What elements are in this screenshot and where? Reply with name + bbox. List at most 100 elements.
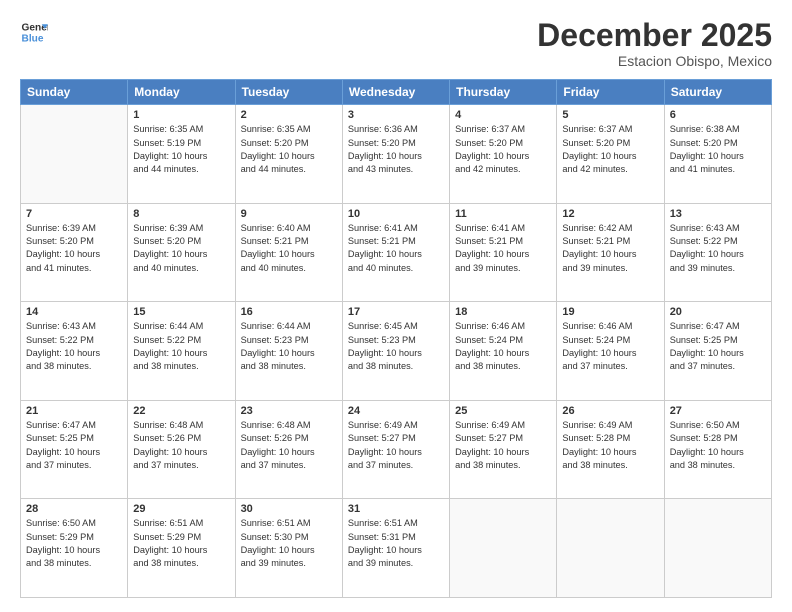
table-row: 1 Sunrise: 6:35 AM Sunset: 5:19 PM Daylig… <box>128 105 235 204</box>
logo-icon: General Blue <box>20 18 48 46</box>
day-number: 26 <box>562 405 658 417</box>
day-number: 7 <box>26 208 122 220</box>
day-number: 13 <box>670 208 766 220</box>
calendar-week-1: 1 Sunrise: 6:35 AM Sunset: 5:19 PM Daylig… <box>21 105 772 204</box>
cell-content: Sunrise: 6:45 AM Sunset: 5:23 PM Dayligh… <box>348 320 444 373</box>
cell-content: Sunrise: 6:49 AM Sunset: 5:27 PM Dayligh… <box>455 419 551 472</box>
day-number: 1 <box>133 109 229 121</box>
day-number: 18 <box>455 306 551 318</box>
cell-content: Sunrise: 6:44 AM Sunset: 5:22 PM Dayligh… <box>133 320 229 373</box>
cell-content: Sunrise: 6:37 AM Sunset: 5:20 PM Dayligh… <box>455 123 551 176</box>
day-number: 5 <box>562 109 658 121</box>
table-row: 13 Sunrise: 6:43 AM Sunset: 5:22 PM Dayli… <box>664 203 771 302</box>
table-row: 23 Sunrise: 6:48 AM Sunset: 5:26 PM Dayli… <box>235 400 342 499</box>
cell-content: Sunrise: 6:43 AM Sunset: 5:22 PM Dayligh… <box>670 222 766 275</box>
cell-content: Sunrise: 6:51 AM Sunset: 5:29 PM Dayligh… <box>133 517 229 570</box>
table-row: 24 Sunrise: 6:49 AM Sunset: 5:27 PM Dayli… <box>342 400 449 499</box>
calendar-week-2: 7 Sunrise: 6:39 AM Sunset: 5:20 PM Daylig… <box>21 203 772 302</box>
day-number: 20 <box>670 306 766 318</box>
cell-content: Sunrise: 6:40 AM Sunset: 5:21 PM Dayligh… <box>241 222 337 275</box>
day-number: 12 <box>562 208 658 220</box>
table-row: 21 Sunrise: 6:47 AM Sunset: 5:25 PM Dayli… <box>21 400 128 499</box>
table-row: 30 Sunrise: 6:51 AM Sunset: 5:30 PM Dayli… <box>235 499 342 598</box>
cell-content: Sunrise: 6:50 AM Sunset: 5:29 PM Dayligh… <box>26 517 122 570</box>
cell-content: Sunrise: 6:41 AM Sunset: 5:21 PM Dayligh… <box>348 222 444 275</box>
table-row: 18 Sunrise: 6:46 AM Sunset: 5:24 PM Dayli… <box>450 302 557 401</box>
cell-content: Sunrise: 6:48 AM Sunset: 5:26 PM Dayligh… <box>133 419 229 472</box>
table-row <box>450 499 557 598</box>
table-row: 11Sunrise: 6:41 AM Sunset: 5:21 PM Dayli… <box>450 203 557 302</box>
day-number: 17 <box>348 306 444 318</box>
table-row: 19Sunrise: 6:46 AM Sunset: 5:24 PM Dayli… <box>557 302 664 401</box>
cell-content: Sunrise: 6:43 AM Sunset: 5:22 PM Dayligh… <box>26 320 122 373</box>
day-number: 8 <box>133 208 229 220</box>
calendar-table: Sunday Monday Tuesday Wednesday Thursday… <box>20 79 772 598</box>
header-row: Sunday Monday Tuesday Wednesday Thursday… <box>21 80 772 105</box>
table-row: 29 Sunrise: 6:51 AM Sunset: 5:29 PM Dayli… <box>128 499 235 598</box>
table-row: 2 Sunrise: 6:35 AM Sunset: 5:20 PM Daylig… <box>235 105 342 204</box>
table-row: 9 Sunrise: 6:40 AM Sunset: 5:21 PM Daylig… <box>235 203 342 302</box>
day-number: 23 <box>241 405 337 417</box>
col-monday: Monday <box>128 80 235 105</box>
table-row: 26Sunrise: 6:49 AM Sunset: 5:28 PM Dayli… <box>557 400 664 499</box>
table-row: 10Sunrise: 6:41 AM Sunset: 5:21 PM Dayli… <box>342 203 449 302</box>
calendar-week-4: 21 Sunrise: 6:47 AM Sunset: 5:25 PM Dayli… <box>21 400 772 499</box>
cell-content: Sunrise: 6:51 AM Sunset: 5:30 PM Dayligh… <box>241 517 337 570</box>
table-row <box>557 499 664 598</box>
table-row: 16Sunrise: 6:44 AM Sunset: 5:23 PM Dayli… <box>235 302 342 401</box>
day-number: 27 <box>670 405 766 417</box>
day-number: 28 <box>26 503 122 515</box>
table-row: 7 Sunrise: 6:39 AM Sunset: 5:20 PM Daylig… <box>21 203 128 302</box>
cell-content: Sunrise: 6:35 AM Sunset: 5:19 PM Dayligh… <box>133 123 229 176</box>
cell-content: Sunrise: 6:38 AM Sunset: 5:20 PM Dayligh… <box>670 123 766 176</box>
col-friday: Friday <box>557 80 664 105</box>
header: General Blue December 2025 Estacion Obis… <box>20 18 772 69</box>
cell-content: Sunrise: 6:42 AM Sunset: 5:21 PM Dayligh… <box>562 222 658 275</box>
day-number: 25 <box>455 405 551 417</box>
table-row: 4 Sunrise: 6:37 AM Sunset: 5:20 PM Daylig… <box>450 105 557 204</box>
cell-content: Sunrise: 6:39 AM Sunset: 5:20 PM Dayligh… <box>26 222 122 275</box>
cell-content: Sunrise: 6:50 AM Sunset: 5:28 PM Dayligh… <box>670 419 766 472</box>
title-block: December 2025 Estacion Obispo, Mexico <box>537 18 772 69</box>
table-row <box>664 499 771 598</box>
day-number: 6 <box>670 109 766 121</box>
cell-content: Sunrise: 6:47 AM Sunset: 5:25 PM Dayligh… <box>26 419 122 472</box>
table-row: 25 Sunrise: 6:49 AM Sunset: 5:27 PM Dayli… <box>450 400 557 499</box>
day-number: 31 <box>348 503 444 515</box>
cell-content: Sunrise: 6:46 AM Sunset: 5:24 PM Dayligh… <box>455 320 551 373</box>
col-wednesday: Wednesday <box>342 80 449 105</box>
col-thursday: Thursday <box>450 80 557 105</box>
day-number: 4 <box>455 109 551 121</box>
location: Estacion Obispo, Mexico <box>537 53 772 69</box>
calendar-week-3: 14 Sunrise: 6:43 AM Sunset: 5:22 PM Dayli… <box>21 302 772 401</box>
table-row: 31Sunrise: 6:51 AM Sunset: 5:31 PM Dayli… <box>342 499 449 598</box>
day-number: 9 <box>241 208 337 220</box>
table-row: 6 Sunrise: 6:38 AM Sunset: 5:20 PM Daylig… <box>664 105 771 204</box>
cell-content: Sunrise: 6:35 AM Sunset: 5:20 PM Dayligh… <box>241 123 337 176</box>
day-number: 24 <box>348 405 444 417</box>
month-title: December 2025 <box>537 18 772 53</box>
day-number: 15 <box>133 306 229 318</box>
table-row: 12 Sunrise: 6:42 AM Sunset: 5:21 PM Dayli… <box>557 203 664 302</box>
day-number: 14 <box>26 306 122 318</box>
day-number: 30 <box>241 503 337 515</box>
cell-content: Sunrise: 6:47 AM Sunset: 5:25 PM Dayligh… <box>670 320 766 373</box>
day-number: 22 <box>133 405 229 417</box>
table-row: 17 Sunrise: 6:45 AM Sunset: 5:23 PM Dayli… <box>342 302 449 401</box>
day-number: 2 <box>241 109 337 121</box>
page: General Blue December 2025 Estacion Obis… <box>0 0 792 612</box>
cell-content: Sunrise: 6:48 AM Sunset: 5:26 PM Dayligh… <box>241 419 337 472</box>
cell-content: Sunrise: 6:49 AM Sunset: 5:27 PM Dayligh… <box>348 419 444 472</box>
cell-content: Sunrise: 6:39 AM Sunset: 5:20 PM Dayligh… <box>133 222 229 275</box>
table-row: 15 Sunrise: 6:44 AM Sunset: 5:22 PM Dayli… <box>128 302 235 401</box>
cell-content: Sunrise: 6:36 AM Sunset: 5:20 PM Dayligh… <box>348 123 444 176</box>
table-row: 5Sunrise: 6:37 AM Sunset: 5:20 PM Daylig… <box>557 105 664 204</box>
table-row: 3 Sunrise: 6:36 AM Sunset: 5:20 PM Daylig… <box>342 105 449 204</box>
day-number: 29 <box>133 503 229 515</box>
day-number: 19 <box>562 306 658 318</box>
svg-text:Blue: Blue <box>22 33 44 44</box>
day-number: 3 <box>348 109 444 121</box>
col-saturday: Saturday <box>664 80 771 105</box>
day-number: 21 <box>26 405 122 417</box>
table-row: 14 Sunrise: 6:43 AM Sunset: 5:22 PM Dayli… <box>21 302 128 401</box>
